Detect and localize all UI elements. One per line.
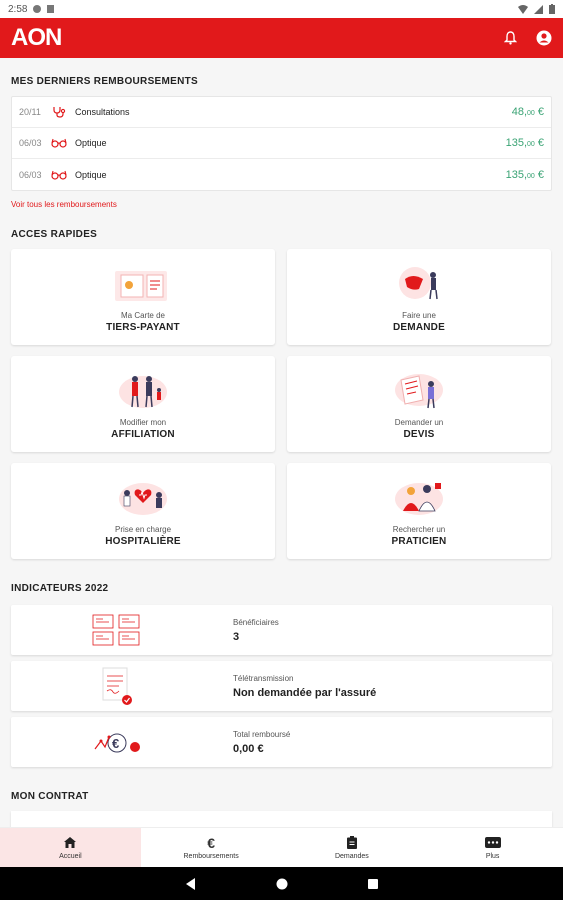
recents-icon[interactable] — [367, 878, 378, 889]
card-big-label: DEMANDE — [393, 322, 445, 333]
glasses-icon — [49, 170, 69, 180]
svg-text:€: € — [112, 736, 119, 751]
account-icon[interactable] — [536, 30, 552, 46]
bottom-navigation: Accueil € Remboursements Demandes Plus — [0, 827, 563, 867]
nav-remboursements[interactable]: € Remboursements — [141, 828, 282, 867]
quick-access-grid: Ma Carte de TIERS-PAYANT Faire une DEMAN… — [11, 249, 552, 559]
contract-card[interactable] — [11, 811, 552, 827]
card-small-label: Faire une — [402, 311, 436, 320]
status-bar: 2:58 — [0, 0, 563, 18]
indicator-total-reimbursed[interactable]: € Total remboursé 0,00 € — [11, 717, 552, 767]
bell-icon[interactable] — [502, 30, 518, 46]
card-praticien[interactable]: Rechercher un PRATICIEN — [287, 463, 551, 559]
see-all-reimbursements-link[interactable]: Voir tous les remboursements — [11, 200, 552, 209]
home-content[interactable]: MES DERNIERS REMBOURSEMENTS 20/11 Consul… — [0, 58, 563, 827]
card-tiers-payant[interactable]: Ma Carte de TIERS-PAYANT — [11, 249, 275, 345]
card-small-label: Ma Carte de — [120, 311, 166, 320]
reimbursement-amount: 48,00 € — [511, 106, 544, 118]
reimbursements-title: MES DERNIERS REMBOURSEMENTS — [11, 76, 199, 87]
card-big-label: HOSPITALIÈRE — [105, 536, 181, 547]
card-hospitaliere[interactable]: Prise en charge HOSPITALIÈRE — [11, 463, 275, 559]
contract-title: MON CONTRAT — [11, 791, 89, 802]
quick-access-title: ACCES RAPIDES — [11, 229, 98, 240]
indicator-label: Total remboursé — [233, 729, 291, 739]
aon-logo: AON — [11, 24, 62, 51]
reimbursement-label: Consultations — [75, 107, 130, 117]
system-navigation-bar — [0, 867, 563, 900]
card-small-label: Rechercher un — [392, 525, 446, 534]
card-small-label: Prise en charge — [114, 525, 172, 534]
beneficiaries-illustration — [11, 613, 222, 647]
indicators-title: INDICATEURS 2022 — [11, 583, 109, 594]
indicator-beneficiaries[interactable]: Bénéficiaires 3 — [11, 605, 552, 655]
card-affiliation[interactable]: Modifier mon AFFILIATION — [11, 356, 275, 452]
doctor-illustration — [395, 483, 443, 515]
indicator-teletransmission[interactable]: Télétransmission Non demandée par l'assu… — [11, 661, 552, 711]
app-header: AON — [0, 18, 563, 58]
nav-label: Remboursements — [183, 852, 239, 860]
back-icon[interactable] — [185, 877, 196, 890]
card-small-label: Modifier mon — [119, 418, 167, 427]
teletransmission-illustration — [11, 666, 222, 706]
nav-plus[interactable]: Plus — [422, 828, 563, 867]
card-big-label: AFFILIATION — [111, 429, 175, 440]
euro-icon: € — [207, 834, 216, 851]
reimbursement-amount: 135,00 € — [505, 168, 544, 181]
sim-icon — [47, 5, 55, 13]
clipboard-icon — [346, 836, 357, 850]
nav-label: Demandes — [334, 852, 369, 860]
sync-icon — [33, 5, 42, 13]
reimbursement-row[interactable]: 06/03 Optique 135,00 € — [12, 128, 551, 159]
indicator-value: 3 — [233, 630, 240, 643]
card-small-label: Demander un — [394, 418, 444, 427]
wifi-icon — [518, 4, 528, 14]
reimbursement-row[interactable]: 20/11 Consultations 48,00 € — [12, 97, 551, 128]
signal-icon — [534, 4, 543, 14]
home-icon — [64, 836, 77, 850]
card-devis[interactable]: Demander un DEVIS — [287, 356, 551, 452]
indicators-list: Bénéficiaires 3 Télétransmission Non dem… — [11, 605, 552, 767]
reimbursement-date: 06/03 — [19, 138, 42, 148]
card-demande[interactable]: Faire une DEMANDE — [287, 249, 551, 345]
indicator-label: Télétransmission — [233, 673, 294, 683]
reimbursement-label: Optique — [75, 169, 107, 180]
indicator-value: Non demandée par l'assuré — [233, 686, 377, 699]
insurance-card-illustration — [115, 271, 167, 301]
reimbursement-date: 20/11 — [19, 107, 41, 117]
card-big-label: TIERS-PAYANT — [106, 322, 180, 333]
home-button-icon[interactable] — [276, 878, 288, 890]
nav-label: Plus — [485, 852, 500, 860]
reimbursement-amount: 135,00 € — [505, 137, 544, 149]
reimbursements-list: 20/11 Consultations 48,00 € 06/03 Optiqu… — [11, 96, 552, 191]
battery-icon — [549, 4, 555, 14]
nav-accueil[interactable]: Accueil — [0, 828, 141, 867]
hospital-illustration — [119, 483, 167, 515]
more-icon — [484, 836, 501, 850]
reimbursement-label: Optique — [75, 138, 107, 148]
stethoscope-icon — [49, 106, 69, 118]
indicator-value: 0,00 € — [233, 742, 264, 755]
request-illustration — [399, 267, 438, 300]
status-time: 2:58 — [8, 3, 28, 15]
card-big-label: DEVIS — [403, 429, 435, 440]
nav-demandes[interactable]: Demandes — [282, 828, 423, 867]
reimbursement-date: 06/03 — [19, 169, 42, 180]
reimbursement-row[interactable]: 06/03 Optique 135,00 € — [12, 159, 551, 190]
glasses-icon — [49, 138, 69, 148]
family-illustration — [119, 376, 167, 408]
euro-illustration: € — [11, 725, 222, 759]
quote-illustration — [395, 374, 443, 409]
card-big-label: PRATICIEN — [391, 536, 447, 547]
indicator-label: Bénéficiaires — [233, 617, 279, 627]
nav-label: Accueil — [59, 852, 82, 860]
